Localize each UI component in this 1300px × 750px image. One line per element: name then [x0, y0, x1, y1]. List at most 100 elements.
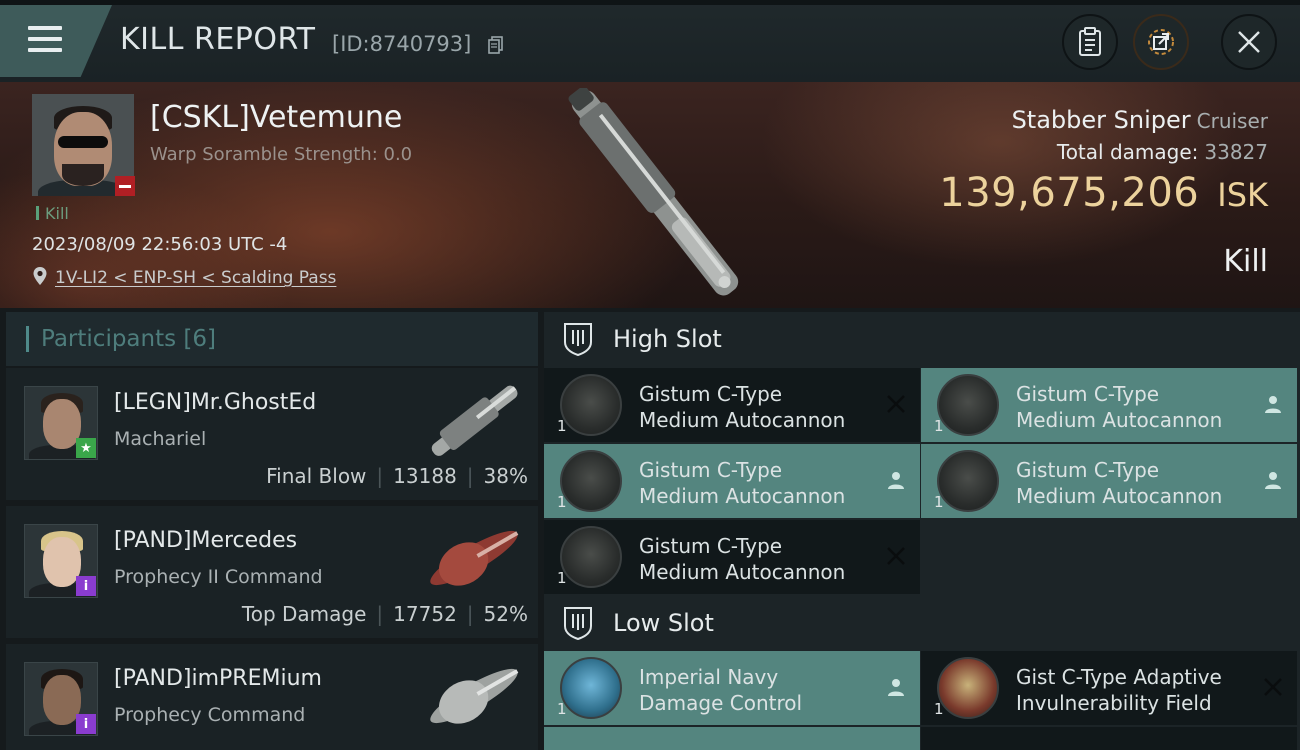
share-button[interactable]	[1133, 14, 1189, 70]
participants-header-bar	[26, 326, 29, 352]
fitting-panel: High Slot 1 Gistum C-Type Medium Autocann…	[544, 312, 1300, 750]
close-icon	[887, 547, 905, 565]
hamburger-menu-icon[interactable]	[28, 26, 62, 54]
participants-header[interactable]: Participants [6]	[6, 312, 538, 366]
autocannon-module-icon	[937, 450, 999, 512]
participant-role: Top Damage	[241, 602, 367, 626]
module-item[interactable]: 1 Gist C-Type Adaptive Invulnerability Fi…	[921, 651, 1297, 725]
kill-tag-bar	[36, 206, 39, 220]
module-item[interactable]	[544, 727, 920, 750]
close-button[interactable]	[1221, 14, 1277, 70]
module-item[interactable]: 1 Gistum C-Type Medium Autocannon	[544, 520, 920, 594]
module-name-line: Medium Autocannon	[639, 408, 846, 432]
close-icon	[1238, 31, 1260, 53]
high-slot-label: High Slot	[613, 325, 722, 353]
module-name: Imperial Navy Damage Control	[639, 664, 879, 716]
participant-percent: 52%	[483, 602, 528, 626]
module-name-line: Damage Control	[639, 691, 803, 715]
participant-card[interactable]: ★ [LEGN]Mr.GhostEd Machariel Final Blow |…	[6, 368, 538, 500]
stats-divider: |	[376, 602, 384, 626]
participant-stats: Top Damage | 17752 | 52%	[242, 602, 528, 626]
module-item[interactable]: 1 Gistum C-Type Medium Autocannon	[921, 444, 1297, 518]
negative-standing-icon	[115, 176, 135, 196]
person-icon	[1265, 396, 1281, 413]
low-slot-header: Low Slot	[544, 596, 1300, 650]
participant-ship-image[interactable]	[418, 512, 530, 604]
participant-ship-image[interactable]	[418, 650, 530, 742]
participants-label: Participants	[41, 326, 177, 352]
module-name-line: Gistum C-Type	[1016, 382, 1160, 406]
info-badge-icon: i	[76, 714, 96, 734]
autocannon-module-icon	[560, 450, 622, 512]
participant-stats: Final Blow | 13188 | 38%	[266, 464, 528, 488]
participant-name[interactable]: [PAND]imPREMium	[114, 666, 322, 691]
close-icon	[887, 395, 905, 413]
participant-ship: Prophecy II Command	[114, 566, 323, 588]
total-damage-value: 33827	[1204, 140, 1268, 164]
module-quantity: 1	[557, 493, 567, 511]
module-item[interactable]: 1 Imperial Navy Damage Control	[544, 651, 920, 725]
kill-tag-label: Kill	[45, 204, 69, 223]
module-name: Gistum C-Type Medium Autocannon	[1016, 457, 1256, 509]
close-icon	[1264, 678, 1282, 696]
clipboard-icon	[1079, 27, 1101, 56]
location-link[interactable]: 1V-LI2 < ENP-SH < Scalding Pass	[55, 268, 336, 288]
kill-type: Kill	[1223, 244, 1268, 279]
stats-divider: |	[466, 464, 474, 488]
participant-ship-image[interactable]	[418, 374, 530, 466]
victim-ship-name[interactable]: Stabber Sniper	[1012, 106, 1191, 134]
module-name: Gistum C-Type Medium Autocannon	[639, 533, 879, 585]
warp-scramble-strength: Warp Soramble Strength: 0.0	[150, 144, 413, 165]
module-item[interactable]: 1 Gistum C-Type Medium Autocannon	[921, 368, 1297, 442]
victim-name[interactable]: [CSKL]Vetemune	[150, 100, 402, 135]
module-quantity: 1	[557, 569, 567, 587]
module-item[interactable]	[921, 727, 1297, 750]
participant-card[interactable]: i [PAND]Mercedes Prophecy II Command Top…	[6, 506, 538, 638]
low-slot-label: Low Slot	[613, 609, 714, 637]
person-icon	[888, 679, 904, 696]
kill-tag: Kill	[36, 204, 69, 223]
module-item[interactable]: 1 Gistum C-Type Medium Autocannon	[544, 368, 920, 442]
title-bar: KILL REPORT [ID:8740793]	[0, 0, 1300, 82]
module-name-line: Medium Autocannon	[639, 484, 846, 508]
victim-ship-class: Cruiser	[1196, 109, 1268, 133]
stats-divider: |	[466, 602, 474, 626]
isk-amount: 139,675,206	[939, 170, 1200, 216]
module-quantity: 1	[934, 700, 944, 718]
participant-name[interactable]: [LEGN]Mr.GhostEd	[114, 390, 316, 415]
module-name-line: Gistum C-Type	[1016, 458, 1160, 482]
copy-icon[interactable]	[488, 36, 504, 54]
participant-card[interactable]: i [PAND]imPREMium Prophecy Command	[6, 644, 538, 750]
stats-divider: |	[376, 464, 384, 488]
victim-ship-image[interactable]	[540, 88, 770, 298]
info-badge-icon: i	[76, 576, 96, 596]
participant-damage: 13188	[393, 464, 457, 488]
person-icon	[888, 472, 904, 489]
participant-percent: 38%	[483, 464, 528, 488]
isk-value: 139,675,206 ISK	[939, 170, 1268, 216]
module-quantity: 1	[557, 700, 567, 718]
module-name: Gist C-Type Adaptive Invulnerability Fiel…	[1016, 664, 1256, 716]
high-slot-icon	[564, 323, 592, 356]
participant-ship: Machariel	[114, 428, 207, 450]
module-name: Gistum C-Type Medium Autocannon	[639, 381, 879, 433]
page-title: KILL REPORT	[120, 22, 316, 57]
person-icon	[1265, 472, 1281, 489]
location-pin-icon	[33, 267, 47, 285]
module-name-line: Gistum C-Type	[639, 458, 783, 482]
clipboard-button[interactable]	[1062, 14, 1118, 70]
module-name-line: Medium Autocannon	[1016, 484, 1223, 508]
low-slot-icon	[564, 607, 592, 640]
autocannon-module-icon	[937, 374, 999, 436]
module-quantity: 1	[557, 417, 567, 435]
share-icon	[1148, 29, 1174, 55]
title-bar-top-edge	[0, 0, 1300, 5]
isk-unit: ISK	[1217, 176, 1268, 214]
participants-title: Participants [6]	[41, 326, 216, 352]
module-name-line: Medium Autocannon	[639, 560, 846, 584]
module-name-line: Gist C-Type Adaptive	[1016, 665, 1222, 689]
victim-banner: [CSKL]Vetemune Warp Soramble Strength: 0…	[0, 82, 1300, 308]
module-item[interactable]: 1 Gistum C-Type Medium Autocannon	[544, 444, 920, 518]
participant-name[interactable]: [PAND]Mercedes	[114, 528, 297, 553]
star-badge-icon: ★	[76, 438, 96, 458]
